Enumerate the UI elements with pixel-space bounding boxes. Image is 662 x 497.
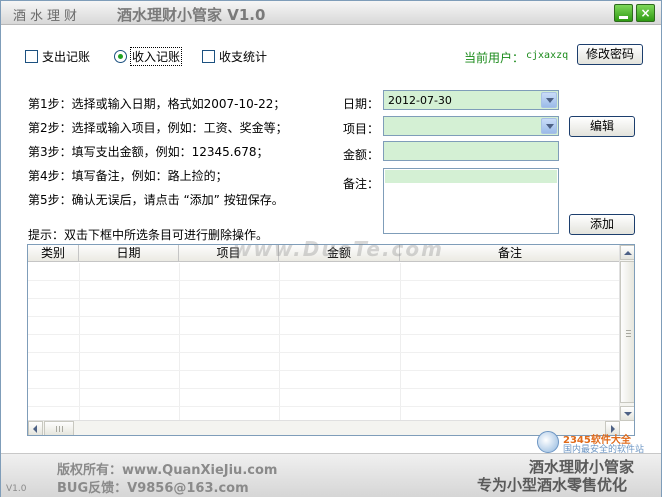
item-dropdown-icon[interactable]	[541, 118, 557, 134]
expense-mode-option[interactable]: 支出记账	[25, 47, 90, 65]
column-divider	[279, 263, 280, 421]
bug-feedback-text: BUG反馈：V9856@163.com	[57, 481, 249, 496]
step-5: 第5步：确认无误后，请点击 “添加” 按钮保存。	[28, 193, 284, 207]
scroll-left-icon[interactable]	[28, 421, 43, 435]
row-divider	[28, 370, 620, 371]
horizontal-scrollbar[interactable]	[28, 420, 620, 435]
note-current-line	[385, 170, 557, 183]
income-mode-label[interactable]: 收入记账	[129, 46, 183, 66]
title-bar[interactable]: 酒水理财 酒水理财小管家 V1.0 ×	[1, 1, 661, 25]
grip-line	[626, 336, 631, 337]
date-label: 日期：	[343, 97, 380, 111]
grip-line	[626, 330, 631, 331]
app-window: 酒水理财 酒水理财小管家 V1.0 × 支出记账 收入记账 收支统计 当前用户：…	[0, 0, 662, 497]
scroll-down-icon[interactable]	[620, 406, 634, 421]
income-radio[interactable]	[114, 49, 127, 63]
copyright-text: 版权所有：www.QuanXieJiu.com	[57, 463, 278, 478]
stats-mode-label[interactable]: 收支统计	[219, 48, 267, 65]
date-select[interactable]: 2012-07-30	[383, 90, 559, 110]
grip-line	[59, 426, 60, 432]
minimize-button[interactable]	[614, 4, 633, 22]
note-textarea[interactable]	[383, 168, 559, 234]
row-divider	[28, 316, 620, 317]
records-table[interactable]: 类别 日期 项目 金额 备注	[27, 244, 635, 436]
item-label: 项目：	[343, 122, 380, 136]
column-divider	[79, 263, 80, 421]
add-button[interactable]: 添加	[569, 214, 635, 235]
brand-slogan: 专为小型酒水零售优化	[477, 476, 628, 494]
grip-line	[62, 426, 63, 432]
watermark-text: www.DuoTe.com	[233, 237, 444, 261]
change-password-button[interactable]: 修改密码	[577, 44, 643, 65]
app-short-title: 酒水理财	[13, 9, 82, 24]
scroll-up-icon[interactable]	[620, 245, 634, 260]
column-header-date[interactable]: 日期	[79, 245, 179, 262]
row-divider	[28, 298, 620, 299]
mode-row: 支出记账 收入记账 收支统计 当前用户： cjxaxzq	[1, 46, 661, 66]
amount-input[interactable]	[383, 141, 559, 161]
footer-bar: V1.0 版权所有：www.QuanXieJiu.com BUG反馈：V9856…	[1, 453, 661, 497]
row-divider	[28, 280, 620, 281]
column-divider	[400, 263, 401, 421]
row-divider	[28, 334, 620, 335]
step-1: 第1步：选择或输入日期，格式如2007-10-22；	[28, 97, 286, 111]
row-divider	[28, 388, 620, 389]
badge-subtitle: 国内最安全的软件站	[563, 445, 645, 455]
vertical-scroll-thumb[interactable]	[620, 261, 634, 403]
badge-logo-icon	[537, 431, 559, 453]
expense-checkbox[interactable]	[25, 49, 38, 63]
step-2: 第2步：选择或输入项目，例如：工资、奖金等；	[28, 121, 288, 135]
version-label: V1.0	[6, 484, 27, 494]
note-label: 备注：	[343, 177, 380, 191]
hint-text: 提示：双击下框中所选条目可进行删除操作。	[28, 228, 269, 242]
step-3: 第3步：填写支出金额，例如：12345.678；	[28, 145, 269, 159]
amount-label: 金额：	[343, 148, 380, 162]
current-user-label: 当前用户：	[464, 51, 525, 65]
date-value: 2012-07-30	[388, 94, 452, 107]
expense-mode-label[interactable]: 支出记账	[42, 48, 90, 65]
grip-line	[56, 426, 57, 432]
income-mode-option[interactable]: 收入记账	[114, 46, 183, 66]
stats-checkbox[interactable]	[202, 49, 215, 63]
date-dropdown-icon[interactable]	[541, 92, 557, 108]
window-title: 酒水理财小管家 V1.0	[117, 6, 266, 24]
grip-line	[626, 333, 631, 334]
row-divider	[28, 406, 620, 407]
minimize-icon	[619, 16, 628, 19]
download-site-badge: 2345软件大全 国内最安全的软件站	[537, 431, 661, 455]
column-header-category[interactable]: 类别	[28, 245, 79, 262]
close-button[interactable]: ×	[636, 4, 655, 22]
column-divider	[179, 263, 180, 421]
vertical-scrollbar[interactable]	[619, 245, 634, 421]
horizontal-scroll-thumb[interactable]	[44, 421, 74, 435]
item-select[interactable]	[383, 116, 559, 136]
step-4: 第4步：填写备注，例如：路上捡的；	[28, 169, 228, 183]
current-user-name: cjxaxzq	[526, 50, 569, 61]
row-divider	[28, 352, 620, 353]
stats-mode-option[interactable]: 收支统计	[202, 47, 267, 65]
edit-button[interactable]: 编辑	[569, 116, 635, 137]
